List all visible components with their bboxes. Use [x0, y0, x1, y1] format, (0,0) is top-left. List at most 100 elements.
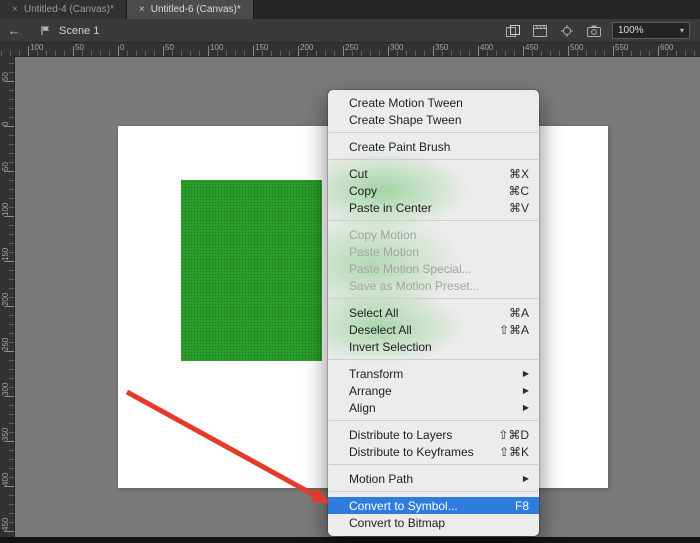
horizontal-ruler[interactable]: 1005005010015020025030035040045050055060… — [0, 42, 700, 57]
menu-item-create-paint-brush[interactable]: Create Paint Brush — [328, 138, 539, 155]
submenu-arrow-icon: ▶ — [523, 403, 529, 412]
menu-item-copy-motion: Copy Motion — [328, 226, 539, 243]
menu-item-label: Save as Motion Preset... — [349, 279, 529, 293]
menu-item-create-motion-tween[interactable]: Create Motion Tween — [328, 94, 539, 111]
menu-item-shortcut: ⌘A — [509, 306, 529, 320]
menu-item-label: Create Shape Tween — [349, 113, 529, 127]
green-rectangle-shape[interactable] — [181, 180, 322, 361]
menu-item-label: Deselect All — [349, 323, 487, 337]
edit-symbols-icon[interactable] — [504, 23, 522, 39]
menu-separator — [329, 220, 538, 221]
menu-separator — [329, 359, 538, 360]
menu-item-cut[interactable]: Cut ⌘X — [328, 165, 539, 182]
ruler-number: 50 — [165, 43, 174, 52]
tab-untitled-6[interactable]: × Untitled-6 (Canvas)* — [127, 0, 254, 19]
menu-item-distribute-to-keyframes[interactable]: Distribute to Keyframes ⇧⌘K — [328, 443, 539, 460]
menu-item-shortcut: ⇧⌘D — [498, 428, 529, 442]
menu-item-align[interactable]: Align ▶ — [328, 399, 539, 416]
ruler-number: 200 — [300, 43, 313, 52]
ruler-number: 0 — [120, 43, 124, 52]
menu-item-label: Paste Motion Special... — [349, 262, 529, 276]
menu-item-label: Cut — [349, 167, 497, 181]
breadcrumb-scene[interactable]: Scene 1 — [28, 23, 107, 39]
menu-item-distribute-to-layers[interactable]: Distribute to Layers ⇧⌘D — [328, 426, 539, 443]
menu-separator — [329, 298, 538, 299]
ruler-number: 500 — [570, 43, 583, 52]
menu-item-paste-motion: Paste Motion — [328, 243, 539, 260]
ruler-number: 350 — [435, 43, 448, 52]
back-button[interactable]: ← — [0, 19, 28, 42]
menu-separator — [329, 491, 538, 492]
edit-scene-clapperboard-icon[interactable] — [531, 23, 549, 39]
ruler-number: 200 — [1, 276, 11, 306]
menu-item-label: Invert Selection — [349, 340, 529, 354]
context-menu: Create Motion Tween Create Shape Tween Cre… — [328, 90, 539, 536]
document-tabbar: × Untitled-4 (Canvas)* × Untitled-6 (Can… — [0, 0, 700, 19]
menu-item-label: Convert to Symbol... — [349, 499, 503, 513]
camera-icon[interactable] — [585, 23, 603, 39]
zoom-value: 100% — [618, 25, 644, 36]
menu-item-label: Copy — [349, 184, 496, 198]
menu-item-label: Paste in Center — [349, 201, 497, 215]
ruler-number: 250 — [345, 43, 358, 52]
menu-item-shortcut: ⌘C — [508, 184, 529, 198]
back-arrow-icon: ← — [8, 23, 21, 38]
menu-item-transform[interactable]: Transform ▶ — [328, 365, 539, 382]
menu-item-arrange[interactable]: Arrange ▶ — [328, 382, 539, 399]
menu-item-shortcut: ⌘X — [509, 167, 529, 181]
ruler-number: 450 — [525, 43, 538, 52]
edit-bar: ← Scene 1 100% ▾ — [0, 19, 700, 43]
menu-item-convert-to-symbol[interactable]: Convert to Symbol... F8 — [328, 497, 539, 514]
window-bottom-edge — [0, 537, 700, 543]
ruler-number: 400 — [1, 456, 11, 486]
ruler-number: 50 — [75, 43, 84, 52]
scene-flag-icon — [36, 23, 54, 39]
ruler-number: 350 — [1, 411, 11, 441]
zoom-level-select[interactable]: 100% ▾ — [612, 22, 690, 39]
menu-separator — [329, 159, 538, 160]
tab-close-icon[interactable]: × — [139, 4, 145, 15]
menu-item-label: Transform — [349, 367, 511, 381]
menu-item-select-all[interactable]: Select All ⌘A — [328, 304, 539, 321]
tab-untitled-4[interactable]: × Untitled-4 (Canvas)* — [0, 0, 127, 19]
ruler-number: 100 — [1, 186, 11, 216]
menu-item-deselect-all[interactable]: Deselect All⇧⌘A — [328, 321, 539, 338]
menu-item-label: Distribute to Keyframes — [349, 445, 487, 459]
chevron-down-icon: ▾ — [680, 26, 684, 35]
menu-separator — [329, 464, 538, 465]
ruler-number: 150 — [1, 231, 11, 261]
menu-separator — [329, 132, 538, 133]
tab-close-icon[interactable]: × — [12, 4, 18, 15]
ruler-number: 50 — [1, 141, 11, 171]
menu-item-invert-selection[interactable]: Invert Selection — [328, 338, 539, 355]
menu-item-label: Select All — [349, 306, 497, 320]
menu-item-label: Align — [349, 401, 511, 415]
menu-item-shortcut: ⌘V — [509, 201, 529, 215]
submenu-arrow-icon: ▶ — [523, 386, 529, 395]
vertical-ruler[interactable]: 50050100150200250300350400450 — [0, 56, 15, 537]
menu-item-shortcut: ⇧⌘K — [499, 445, 529, 459]
menu-item-label: Create Motion Tween — [349, 96, 529, 110]
center-frame-crosshair-icon[interactable] — [558, 23, 576, 39]
menu-item-label: Distribute to Layers — [349, 428, 486, 442]
menu-item-copy[interactable]: Copy ⌘C — [328, 182, 539, 199]
ruler-number: 400 — [480, 43, 493, 52]
menu-item-label: Arrange — [349, 384, 511, 398]
menu-item-motion-path[interactable]: Motion Path▶ — [328, 470, 539, 487]
ruler-number: 600 — [660, 43, 673, 52]
ruler-number: 300 — [390, 43, 403, 52]
ruler-number: 150 — [255, 43, 268, 52]
menu-item-paste-in-center[interactable]: Paste in Center ⌘V — [328, 199, 539, 216]
edit-bar-controls: 100% ▾ — [504, 22, 700, 39]
submenu-arrow-icon: ▶ — [523, 369, 529, 378]
menu-item-label: Create Paint Brush — [349, 140, 529, 154]
menu-item-create-shape-tween[interactable]: Create Shape Tween — [328, 111, 539, 128]
scene-label: Scene 1 — [59, 25, 99, 37]
menu-item-save-as-motion-preset: Save as Motion Preset... — [328, 277, 539, 294]
ruler-number: 100 — [30, 43, 43, 52]
ruler-number: 300 — [1, 366, 11, 396]
menu-item-shortcut: F8 — [515, 499, 529, 513]
ruler-number: 50 — [1, 51, 11, 81]
tab-label: Untitled-4 (Canvas)* — [24, 4, 114, 15]
menu-item-convert-to-bitmap[interactable]: Convert to Bitmap — [328, 514, 539, 531]
